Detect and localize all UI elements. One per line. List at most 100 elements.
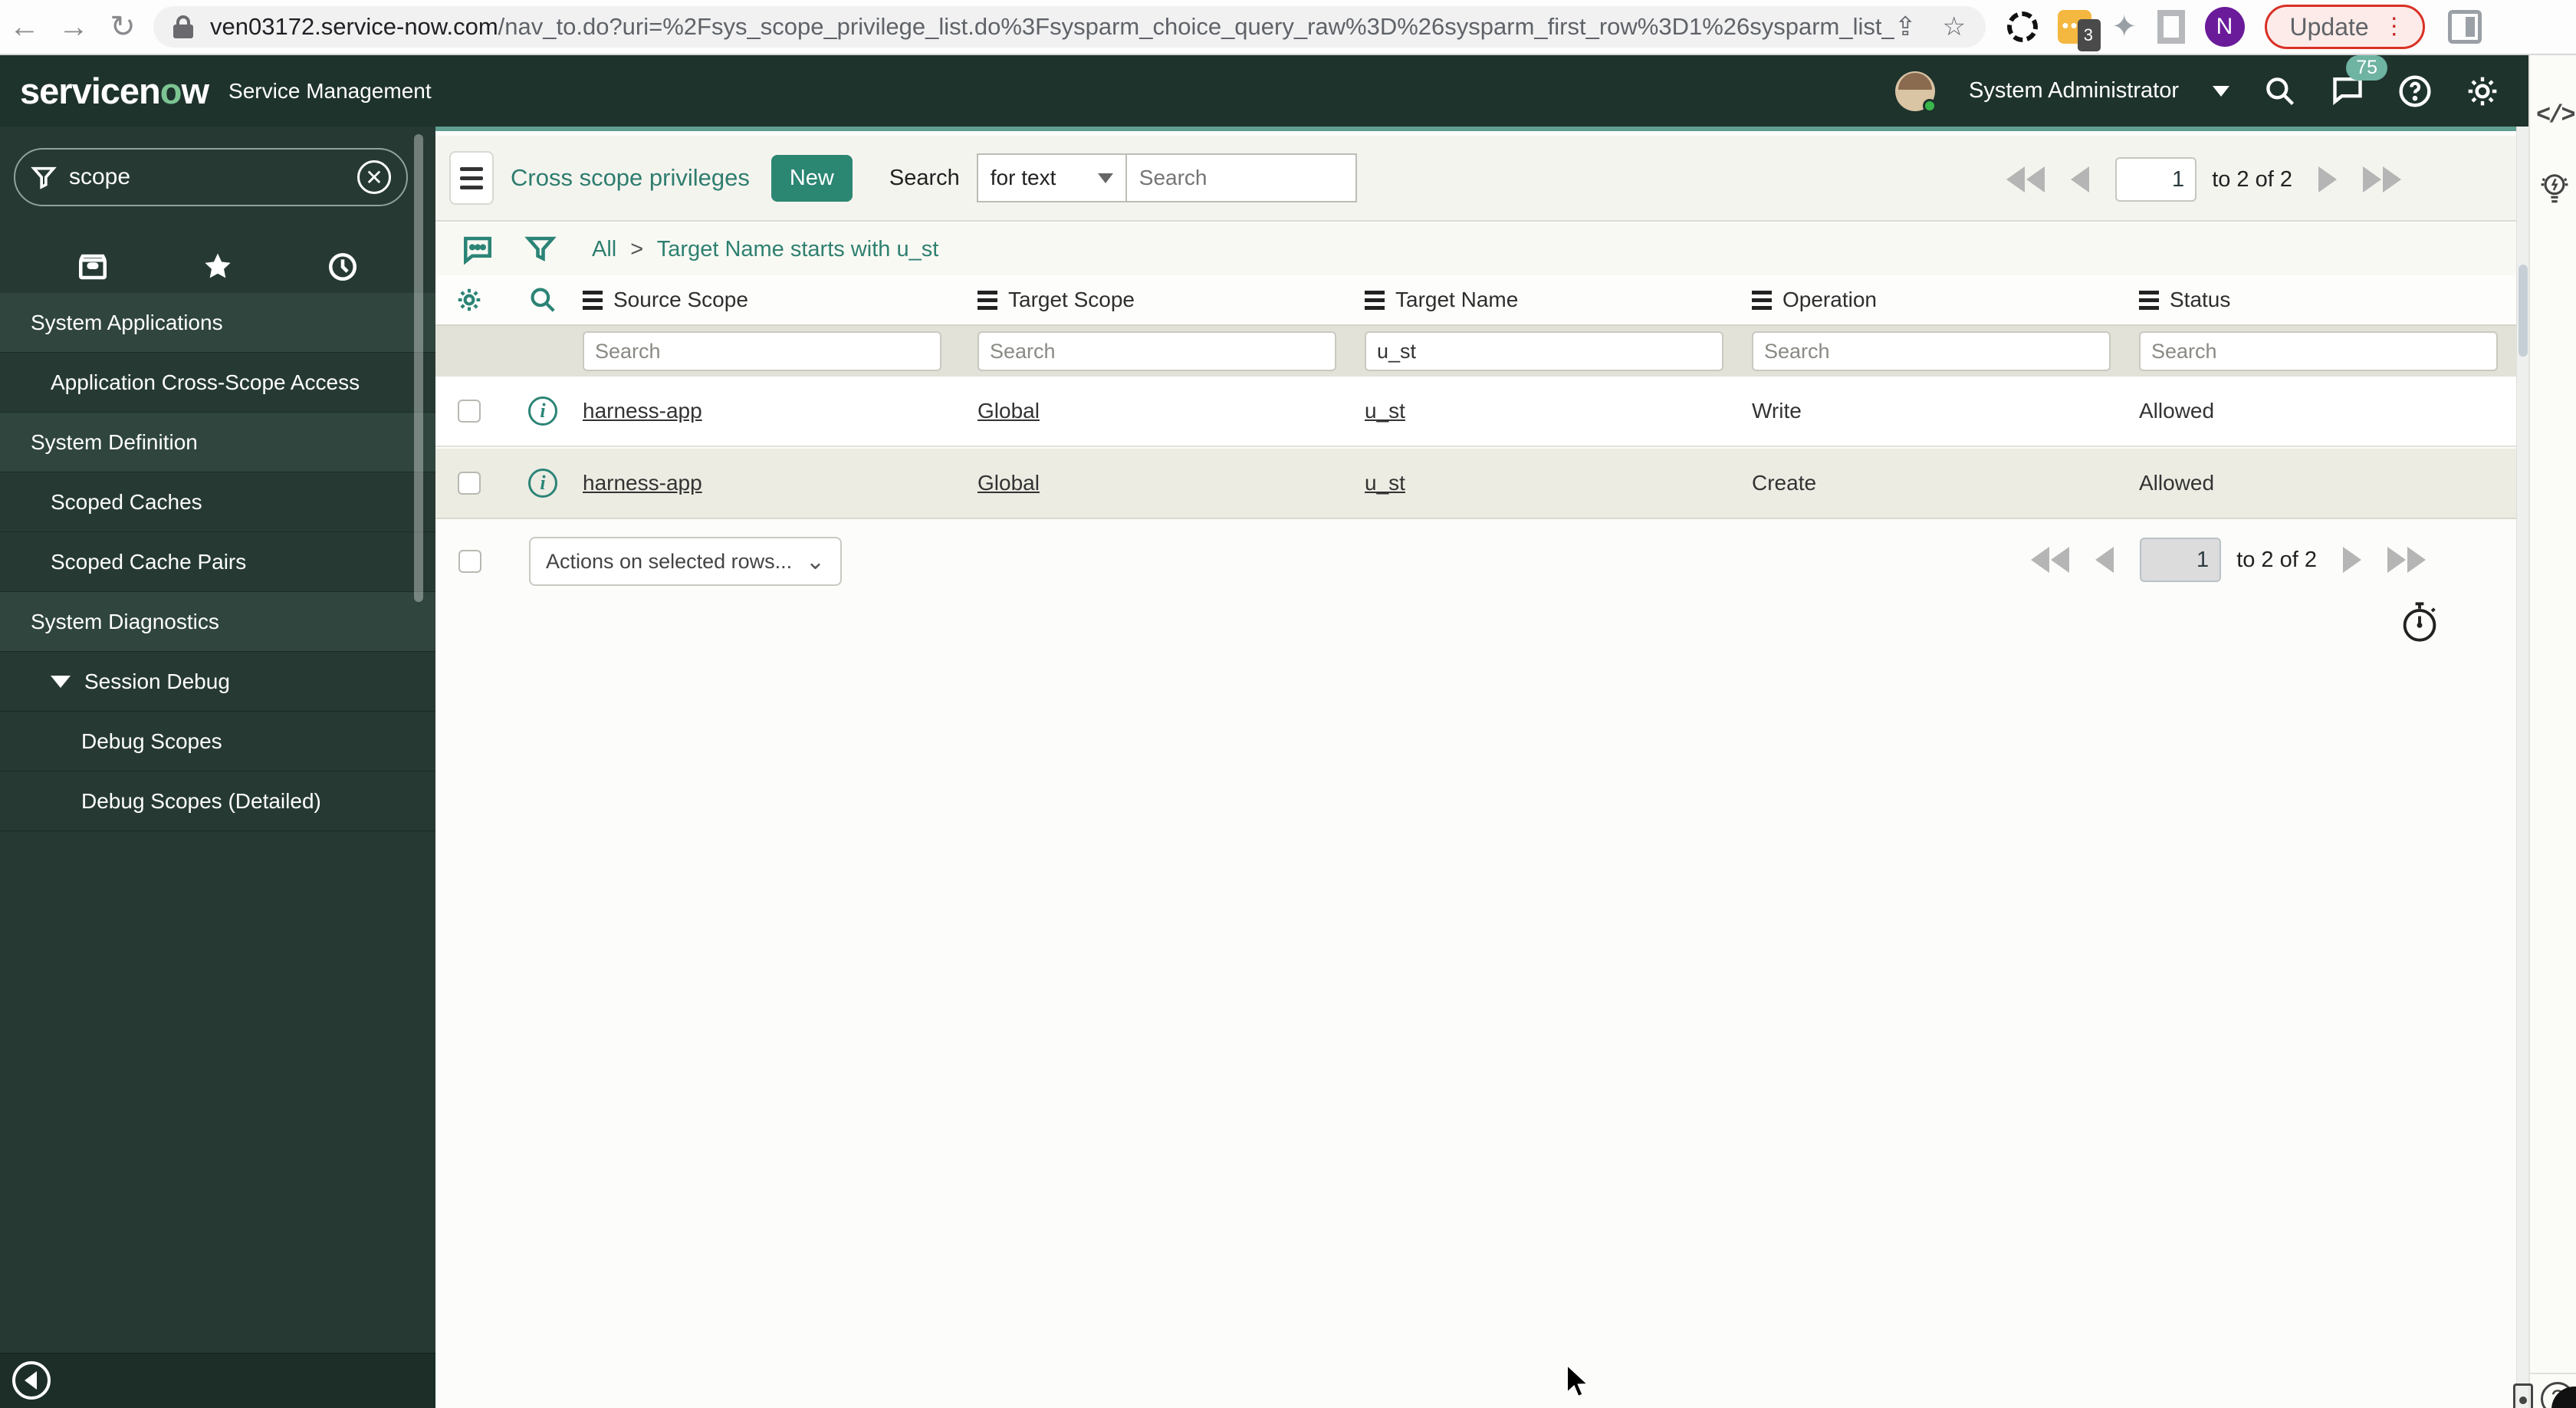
presence-dot [1923, 98, 1937, 113]
global-search-icon[interactable] [2263, 74, 2297, 108]
first-page-icon[interactable] [2031, 547, 2070, 573]
idea-lightbulb-icon[interactable] [2538, 170, 2571, 210]
column-menu-icon[interactable] [978, 290, 997, 310]
select-all-checkbox[interactable] [458, 550, 481, 573]
cell-target-scope[interactable]: Global [978, 471, 1365, 495]
help-icon[interactable] [2398, 74, 2432, 108]
breadcrumb: All > Target Name starts with u_st [592, 236, 939, 262]
navigator-filter[interactable]: ✕ [14, 148, 408, 206]
sidebar-section-system-definition[interactable]: System Definition [0, 413, 435, 472]
search-type-select[interactable]: for text [976, 153, 1127, 202]
history-tab-icon[interactable] [327, 251, 359, 283]
dock-toggle-icon[interactable] [2513, 1383, 2533, 1408]
sidebar-item-session-debug[interactable]: Session Debug [0, 652, 435, 712]
sidebar-item-scoped-cache-pairs[interactable]: Scoped Cache Pairs [0, 532, 435, 592]
filter-operation-input[interactable] [1752, 331, 2111, 371]
column-header-target-name[interactable]: Target Name [1365, 288, 1752, 312]
column-header-status[interactable]: Status [2139, 288, 2516, 312]
column-header-row: Source Scope Target Scope Target Name Op… [435, 275, 2516, 324]
filter-source-scope-input[interactable] [583, 331, 941, 371]
user-avatar[interactable] [1895, 71, 1937, 113]
sidebar-footer [0, 1353, 435, 1408]
settings-gear-icon[interactable] [2466, 74, 2499, 108]
page-number-input[interactable] [2115, 157, 2197, 202]
main-scrollbar[interactable] [2516, 127, 2528, 1408]
column-menu-icon[interactable] [1752, 290, 1772, 310]
chrome-update-button[interactable]: Update ⋮ [2264, 5, 2425, 49]
notes-extension-icon[interactable]: ••• 3 [2058, 10, 2101, 51]
sidebar-section-system-applications[interactable]: System Applications [0, 293, 435, 353]
first-page-icon[interactable] [2006, 166, 2045, 192]
back-icon[interactable]: ← [0, 10, 49, 44]
extensions-puzzle-icon[interactable]: ✦ [2111, 9, 2137, 44]
address-bar[interactable]: ven03172.service-now.com/nav_to.do?uri=%… [153, 6, 1986, 48]
cell-source-scope[interactable]: harness-app [583, 399, 978, 423]
navigator-filter-input[interactable] [69, 164, 345, 190]
browser-profile-avatar[interactable]: N [2204, 7, 2245, 47]
cell-target-scope[interactable]: Global [978, 399, 1365, 423]
column-header-target-scope[interactable]: Target Scope [978, 288, 1365, 312]
conversations-icon[interactable]: 75 [2331, 55, 2387, 110]
page-number-input[interactable] [2140, 538, 2222, 582]
clear-filter-icon[interactable]: ✕ [357, 160, 391, 194]
sidebar-item-scoped-caches[interactable]: Scoped Caches [0, 472, 435, 532]
next-page-icon[interactable] [2318, 166, 2337, 192]
column-search-icon[interactable] [528, 285, 557, 314]
forward-icon[interactable]: → [49, 10, 98, 44]
personalize-list-gear-icon[interactable] [455, 285, 484, 314]
sidebar-section-system-diagnostics[interactable]: System Diagnostics [0, 592, 435, 652]
page-url: ven03172.service-now.com/nav_to.do?uri=%… [210, 13, 1895, 40]
panel-extension-icon[interactable] [2157, 10, 2185, 44]
reload-icon[interactable]: ↻ [98, 9, 147, 44]
list-context-menu-icon[interactable] [449, 151, 494, 205]
loading-extension-icon[interactable] [2007, 12, 2038, 42]
last-page-icon[interactable] [2363, 166, 2401, 192]
filter-target-name-input[interactable] [1365, 331, 1723, 371]
new-button[interactable]: New [770, 154, 853, 202]
collapse-navigator-button[interactable] [12, 1361, 51, 1400]
response-time-icon[interactable] [2400, 600, 2440, 643]
previous-page-icon[interactable] [2095, 547, 2114, 573]
all-applications-tab-icon[interactable] [77, 251, 109, 283]
column-header-source-scope[interactable]: Source Scope [583, 288, 978, 312]
breadcrumb-all-link[interactable]: All [592, 237, 616, 262]
next-page-icon[interactable] [2343, 547, 2361, 573]
list-title[interactable]: Cross scope privileges [511, 164, 750, 192]
column-menu-icon[interactable] [1365, 290, 1385, 310]
browser-menu-icon[interactable]: ⋮ [2383, 15, 2406, 38]
filter-target-scope-input[interactable] [978, 331, 1336, 371]
actions-on-selected-rows-select[interactable]: Actions on selected rows... ⌄ [529, 537, 842, 586]
previous-page-icon[interactable] [2071, 166, 2090, 192]
user-menu[interactable]: System Administrator [1969, 78, 2179, 104]
list-chat-icon[interactable] [462, 233, 494, 265]
rail-divider [2530, 1373, 2576, 1374]
share-icon[interactable]: ⇪ [1894, 12, 1917, 42]
record-info-icon[interactable]: i [528, 469, 557, 498]
favorites-tab-icon[interactable] [202, 251, 234, 283]
sidebar-scrollbar[interactable] [414, 134, 423, 602]
last-page-icon[interactable] [2387, 547, 2426, 573]
cell-source-scope[interactable]: harness-app [583, 471, 978, 495]
row-range-label: to 2 of 2 [2212, 166, 2292, 192]
cell-target-name[interactable]: u_st [1365, 471, 1752, 495]
column-menu-icon[interactable] [2139, 290, 2159, 310]
side-panel-icon[interactable] [2447, 10, 2482, 44]
filter-status-input[interactable] [2139, 331, 2498, 371]
sidebar-item-debug-scopes-detailed[interactable]: Debug Scopes (Detailed) [0, 771, 435, 831]
breadcrumb-filter-link[interactable]: Target Name starts with u_st [657, 237, 938, 262]
row-checkbox[interactable] [458, 400, 481, 423]
bookmark-star-icon[interactable]: ☆ [1943, 12, 1966, 42]
column-menu-icon[interactable] [583, 290, 603, 310]
xplore-code-icon[interactable]: </> [2536, 101, 2576, 130]
filter-icon[interactable] [524, 233, 557, 265]
sidebar-item-application-cross-scope-access[interactable]: Application Cross-Scope Access [0, 353, 435, 413]
record-info-icon[interactable]: i [528, 396, 557, 426]
row-checkbox[interactable] [458, 472, 481, 495]
sidebar-item-debug-scopes[interactable]: Debug Scopes [0, 712, 435, 771]
column-header-operation[interactable]: Operation [1752, 288, 2139, 312]
cell-operation: Write [1752, 399, 1802, 423]
list-search-input[interactable] [1126, 153, 1357, 202]
user-menu-caret-icon[interactable] [2213, 85, 2229, 97]
servicenow-logo[interactable]: servicenow [20, 70, 209, 112]
cell-target-name[interactable]: u_st [1365, 399, 1752, 423]
